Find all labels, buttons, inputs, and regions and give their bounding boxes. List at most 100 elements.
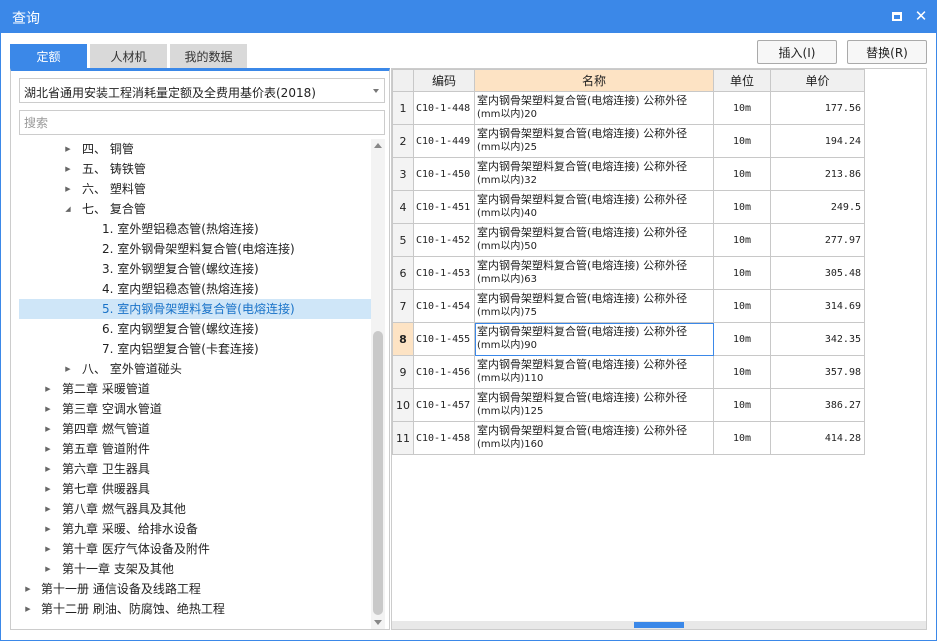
tree-item[interactable]: ▶ 四、 铜管 — [19, 139, 371, 159]
cell-code[interactable]: C10-1-448 — [413, 91, 475, 125]
cell-price[interactable]: 414.28 — [770, 421, 865, 455]
expand-icon[interactable]: ▶ — [43, 439, 53, 459]
cell-name[interactable]: 室内钢骨架塑料复合管(电熔连接) 公称外径 (mm以内)20 — [474, 91, 714, 125]
cell-unit[interactable]: 10m — [713, 124, 771, 158]
expand-icon[interactable]: ▶ — [63, 139, 73, 159]
close-button[interactable]: ✕ — [914, 9, 928, 24]
expand-icon[interactable]: ▶ — [43, 379, 53, 399]
expand-icon[interactable]: ▶ — [23, 599, 33, 619]
cell-code[interactable]: C10-1-450 — [413, 157, 475, 191]
header-unit[interactable]: 单位 — [713, 69, 771, 92]
row-index[interactable]: 7 — [392, 289, 414, 323]
row-index[interactable]: 2 — [392, 124, 414, 158]
cell-name[interactable]: 室内钢骨架塑料复合管(电熔连接) 公称外径 (mm以内)63 — [474, 256, 714, 290]
tree-item[interactable]: ▶ 第五章 管道附件 — [19, 439, 371, 459]
cell-code[interactable]: C10-1-451 — [413, 190, 475, 224]
search-input[interactable] — [19, 110, 385, 135]
table-row[interactable]: 5 C10-1-452 室内钢骨架塑料复合管(电熔连接) 公称外径 (mm以内)50 1… — [392, 223, 865, 257]
table-row[interactable]: 1 C10-1-448 室内钢骨架塑料复合管(电熔连接) 公称外径 (mm以内)20 1… — [392, 91, 865, 125]
expand-icon[interactable]: ▶ — [43, 559, 53, 579]
tree-item[interactable]: ▶ 第三章 空调水管道 — [19, 399, 371, 419]
expand-icon[interactable]: ▶ — [43, 519, 53, 539]
cell-name[interactable]: 室内钢骨架塑料复合管(电熔连接) 公称外径 (mm以内)40 — [474, 190, 714, 224]
tab-quota[interactable]: 定额 — [10, 44, 87, 68]
tree-item[interactable]: ▶ 八、 室外管道碰头 — [19, 359, 371, 379]
maximize-button[interactable] — [890, 9, 904, 23]
cell-unit[interactable]: 10m — [713, 388, 771, 422]
cell-price[interactable]: 386.27 — [770, 388, 865, 422]
cell-price[interactable]: 213.86 — [770, 157, 865, 191]
expand-icon[interactable]: ▶ — [43, 539, 53, 559]
cell-unit[interactable]: 10m — [713, 322, 771, 356]
row-index[interactable]: 1 — [392, 91, 414, 125]
scrollbar-thumb[interactable] — [373, 331, 383, 615]
cell-name[interactable]: 室内钢骨架塑料复合管(电熔连接) 公称外径 (mm以内)75 — [474, 289, 714, 323]
tree-item[interactable]: 5. 室内钢骨架塑料复合管(电熔连接) — [19, 299, 371, 319]
expand-icon[interactable]: ▶ — [63, 359, 73, 379]
cell-code[interactable]: C10-1-456 — [413, 355, 475, 389]
insert-button[interactable]: 插入(I) — [757, 40, 837, 64]
tree-item[interactable]: 3. 室外钢塑复合管(螺纹连接) — [19, 259, 371, 279]
cell-unit[interactable]: 10m — [713, 289, 771, 323]
cell-code[interactable]: C10-1-449 — [413, 124, 475, 158]
cell-unit[interactable]: 10m — [713, 256, 771, 290]
cell-code[interactable]: C10-1-452 — [413, 223, 475, 257]
tree-item[interactable]: ▶ 五、 铸铁管 — [19, 159, 371, 179]
tree-item[interactable]: ▶ 第十一章 支架及其他 — [19, 559, 371, 579]
tree-item[interactable]: 6. 室内钢塑复合管(螺纹连接) — [19, 319, 371, 339]
scroll-down-icon[interactable] — [374, 620, 382, 625]
tree-item[interactable]: ▶ 第四章 燃气管道 — [19, 419, 371, 439]
table-row[interactable]: 10 C10-1-457 室内钢骨架塑料复合管(电熔连接) 公称外径 (mm以内)12… — [392, 388, 865, 422]
cell-code[interactable]: C10-1-457 — [413, 388, 475, 422]
library-select[interactable]: 湖北省通用安装工程消耗量定额及全费用基价表(2018) — [19, 78, 385, 103]
cell-price[interactable]: 177.56 — [770, 91, 865, 125]
expand-icon[interactable]: ▶ — [43, 399, 53, 419]
cell-price[interactable]: 249.5 — [770, 190, 865, 224]
row-index[interactable]: 4 — [392, 190, 414, 224]
tree-item[interactable]: ▶ 第二章 采暖管道 — [19, 379, 371, 399]
table-hscrollbar[interactable] — [392, 621, 926, 629]
cell-name[interactable]: 室内钢骨架塑料复合管(电熔连接) 公称外径 (mm以内)90 — [474, 322, 714, 356]
table-row[interactable]: 7 C10-1-454 室内钢骨架塑料复合管(电熔连接) 公称外径 (mm以内)75 1… — [392, 289, 865, 323]
row-index[interactable]: 6 — [392, 256, 414, 290]
table-row[interactable]: 9 C10-1-456 室内钢骨架塑料复合管(电熔连接) 公称外径 (mm以内)110… — [392, 355, 865, 389]
tree-item[interactable]: ▶ 六、 塑料管 — [19, 179, 371, 199]
row-index[interactable]: 3 — [392, 157, 414, 191]
expand-icon[interactable]: ▶ — [43, 419, 53, 439]
table-row[interactable]: 8 C10-1-455 室内钢骨架塑料复合管(电熔连接) 公称外径 (mm以内)90 1… — [392, 322, 865, 356]
tree-item[interactable]: ▶ 第八章 燃气器具及其他 — [19, 499, 371, 519]
cell-price[interactable]: 314.69 — [770, 289, 865, 323]
header-code[interactable]: 编码 — [413, 69, 475, 92]
row-index[interactable]: 11 — [392, 421, 414, 455]
cell-code[interactable]: C10-1-455 — [413, 322, 475, 356]
table-row[interactable]: 3 C10-1-450 室内钢骨架塑料复合管(电熔连接) 公称外径 (mm以内)32 1… — [392, 157, 865, 191]
cell-name[interactable]: 室内钢骨架塑料复合管(电熔连接) 公称外径 (mm以内)125 — [474, 388, 714, 422]
cell-price[interactable]: 357.98 — [770, 355, 865, 389]
tree-item[interactable]: ▶ 第十一册 通信设备及线路工程 — [19, 579, 371, 599]
table-row[interactable]: 4 C10-1-451 室内钢骨架塑料复合管(电熔连接) 公称外径 (mm以内)40 1… — [392, 190, 865, 224]
cell-unit[interactable]: 10m — [713, 91, 771, 125]
header-price[interactable]: 单价 — [770, 69, 865, 92]
scroll-up-icon[interactable] — [374, 143, 382, 148]
tree-scrollbar[interactable] — [371, 139, 385, 629]
tree-item[interactable]: ▶ 第十二册 刷油、防腐蚀、绝热工程 — [19, 599, 371, 619]
cell-price[interactable]: 277.97 — [770, 223, 865, 257]
expand-icon[interactable]: ▶ — [43, 479, 53, 499]
tree-item[interactable]: 7. 室内铝塑复合管(卡套连接) — [19, 339, 371, 359]
cell-price[interactable]: 305.48 — [770, 256, 865, 290]
cell-price[interactable]: 194.24 — [770, 124, 865, 158]
cell-unit[interactable]: 10m — [713, 223, 771, 257]
expand-icon[interactable]: ▶ — [63, 159, 73, 179]
cell-name[interactable]: 室内钢骨架塑料复合管(电熔连接) 公称外径 (mm以内)110 — [474, 355, 714, 389]
cell-code[interactable]: C10-1-458 — [413, 421, 475, 455]
tree-item[interactable]: 1. 室外塑铝稳态管(热熔连接) — [19, 219, 371, 239]
replace-button[interactable]: 替换(R) — [847, 40, 927, 64]
tree-item[interactable]: ▶ 第七章 供暖器具 — [19, 479, 371, 499]
row-index[interactable]: 5 — [392, 223, 414, 257]
cell-unit[interactable]: 10m — [713, 421, 771, 455]
expand-icon[interactable]: ▶ — [63, 179, 73, 199]
tree-item[interactable]: ▶ 第十章 医疗气体设备及附件 — [19, 539, 371, 559]
cell-code[interactable]: C10-1-453 — [413, 256, 475, 290]
tree-item[interactable]: 4. 室内塑铝稳态管(热熔连接) — [19, 279, 371, 299]
tree-item[interactable]: ▶ 第九章 采暖、给排水设备 — [19, 519, 371, 539]
